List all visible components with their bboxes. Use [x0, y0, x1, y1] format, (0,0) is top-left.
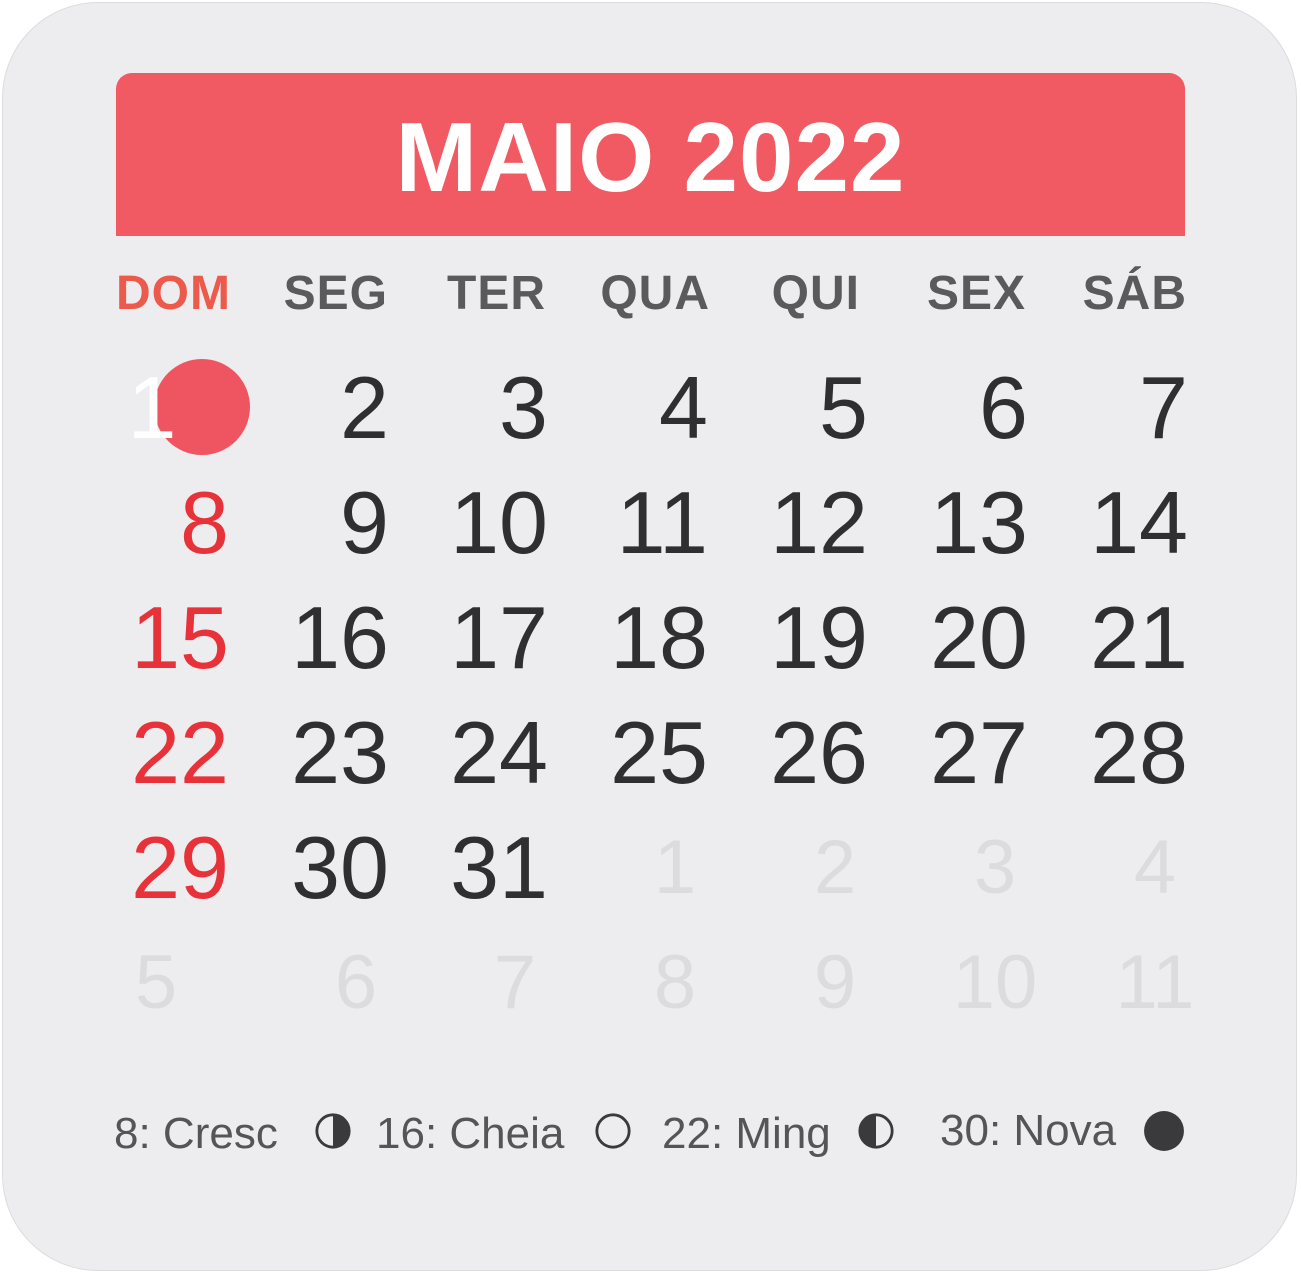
- day-cell[interactable]: 3: [398, 358, 548, 458]
- day-cell[interactable]: 10: [398, 473, 548, 573]
- day-cell[interactable]: 2: [239, 358, 389, 458]
- moon-phase-label-2: 16: Cheia: [376, 1109, 565, 1158]
- last-quarter-moon-icon: [858, 1113, 894, 1149]
- day-cell-other-month[interactable]: 3: [920, 818, 1070, 918]
- day-cell[interactable]: 19: [718, 588, 868, 688]
- day-cell[interactable]: 16: [239, 588, 389, 688]
- weekday-sun: DOM: [116, 267, 231, 320]
- day-cell-other-month[interactable]: 9: [760, 933, 910, 1033]
- first-quarter-moon-icon: [315, 1113, 351, 1149]
- weekday-mon: SEG: [283, 267, 388, 320]
- weekday-tue: TER: [447, 267, 546, 320]
- day-cell[interactable]: 9: [239, 473, 389, 573]
- day-cell[interactable]: 28: [1038, 703, 1188, 803]
- day-cell[interactable]: 14: [1038, 473, 1188, 573]
- day-cell[interactable]: 29: [79, 818, 229, 918]
- day-cell-other-month[interactable]: 8: [600, 933, 750, 1033]
- day-cell-other-month[interactable]: 7: [440, 933, 590, 1033]
- day-cell[interactable]: 15: [79, 588, 229, 688]
- day-cell-other-month[interactable]: 4: [1080, 818, 1230, 918]
- day-cell[interactable]: 31: [398, 818, 548, 918]
- day-cell[interactable]: 24: [398, 703, 548, 803]
- moon-phase-label-4: 30: Nova: [940, 1106, 1117, 1155]
- moon-phase-label-1: 8: Cresc: [114, 1109, 278, 1158]
- day-cell[interactable]: 22: [79, 703, 229, 803]
- day-cell[interactable]: 18: [558, 588, 708, 688]
- moon-phase-label-3: 22: Ming: [662, 1109, 831, 1158]
- day-cell[interactable]: 27: [878, 703, 1028, 803]
- day-cell[interactable]: 20: [878, 588, 1028, 688]
- day-cell[interactable]: 21: [1038, 588, 1188, 688]
- day-cell[interactable]: 13: [878, 473, 1028, 573]
- day-cell-other-month[interactable]: 10: [920, 933, 1070, 1033]
- day-cell[interactable]: 11: [558, 473, 708, 573]
- weekday-sat: SÁB: [1082, 267, 1187, 320]
- day-cell[interactable]: 1: [52, 358, 252, 458]
- day-cell-other-month[interactable]: 5: [81, 933, 231, 1033]
- full-moon-icon: [595, 1113, 631, 1149]
- day-cell[interactable]: 8: [79, 473, 229, 573]
- weekday-thu: QUI: [771, 267, 860, 320]
- day-cell[interactable]: 30: [239, 818, 389, 918]
- day-cell-other-month[interactable]: 2: [760, 818, 910, 918]
- day-cell[interactable]: 5: [718, 358, 868, 458]
- day-cell[interactable]: 4: [558, 358, 708, 458]
- day-cell[interactable]: 7: [1038, 358, 1188, 458]
- day-cell[interactable]: 17: [398, 588, 548, 688]
- day-cell[interactable]: 6: [878, 358, 1028, 458]
- day-cell-other-month[interactable]: 6: [281, 933, 431, 1033]
- weekday-wed: QUA: [600, 267, 710, 320]
- day-cell-other-month[interactable]: 1: [600, 818, 750, 918]
- day-cell[interactable]: 23: [239, 703, 389, 803]
- weekday-fri: SEX: [926, 267, 1026, 320]
- new-moon-icon: [1144, 1111, 1184, 1151]
- month-title: MAIO 2022: [395, 101, 906, 212]
- calendar-header: MAIO 2022: [116, 73, 1185, 236]
- day-cell[interactable]: 26: [718, 703, 868, 803]
- day-cell[interactable]: 12: [718, 473, 868, 573]
- day-cell[interactable]: 25: [558, 703, 708, 803]
- day-cell-other-month[interactable]: 11: [1080, 933, 1230, 1033]
